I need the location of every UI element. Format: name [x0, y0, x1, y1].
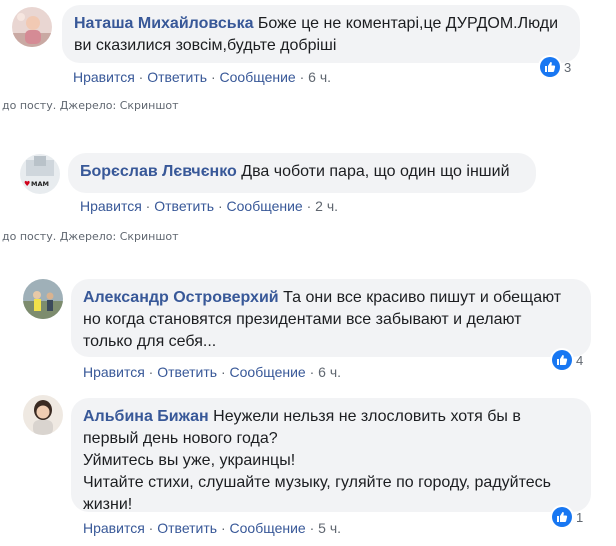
comment-time[interactable]: 6 ч.: [308, 69, 331, 85]
message-link[interactable]: Сообщение: [227, 198, 303, 214]
like-icon: [540, 57, 560, 77]
comment-bubble: Борєслав Лєвчєнко Два чоботи пара, що од…: [68, 153, 536, 193]
reply-link[interactable]: Ответить: [157, 364, 217, 380]
separator: ·: [309, 520, 319, 536]
comment-bubble: Александр Островерхий Та они все красиво…: [71, 279, 591, 357]
svg-text:♥: ♥: [24, 180, 30, 188]
source-caption: до посту. Джерело: Скриншот: [2, 99, 179, 112]
comment-time[interactable]: 6 ч.: [318, 364, 341, 380]
avatar[interactable]: [23, 395, 63, 435]
avatar[interactable]: ♥ МАМ: [20, 154, 60, 194]
reactions-summary[interactable]: 4: [552, 349, 583, 371]
message-link[interactable]: Сообщение: [230, 520, 306, 536]
reactions-summary[interactable]: 1: [552, 506, 583, 528]
separator: ·: [220, 364, 230, 380]
reply-link[interactable]: Ответить: [154, 198, 214, 214]
separator: ·: [220, 520, 230, 536]
like-link[interactable]: Нравится: [83, 364, 145, 380]
like-link[interactable]: Нравится: [80, 198, 142, 214]
message-link[interactable]: Сообщение: [220, 69, 296, 85]
comment-time[interactable]: 5 ч.: [318, 520, 341, 536]
like-link[interactable]: Нравится: [73, 69, 135, 85]
comment-author[interactable]: Борєслав Лєвчєнко: [80, 163, 237, 180]
separator: ·: [145, 198, 155, 214]
svg-text:МАМ: МАМ: [31, 180, 49, 188]
separator: ·: [306, 198, 316, 214]
like-link[interactable]: Нравится: [83, 520, 145, 536]
comment-text-line: Читайте стихи, слушайте музыку, гуляйте …: [83, 474, 551, 513]
separator: ·: [309, 364, 319, 380]
reply-link[interactable]: Ответить: [147, 69, 207, 85]
comment-actions: Нравится · Ответить · Сообщение · 2 ч.: [80, 198, 338, 214]
comment-actions: Нравится · Ответить · Сообщение · 6 ч.: [73, 69, 331, 85]
comment-time[interactable]: 2 ч.: [315, 198, 338, 214]
comment-author[interactable]: Александр Островерхий: [83, 289, 279, 306]
like-icon: [552, 350, 572, 370]
reaction-count: 1: [576, 509, 584, 525]
separator: ·: [217, 198, 227, 214]
reactions-summary[interactable]: 3: [540, 56, 571, 78]
avatar[interactable]: [23, 279, 63, 319]
comment-actions: Нравится · Ответить · Сообщение · 5 ч.: [83, 520, 341, 536]
separator: ·: [148, 520, 158, 536]
comment-author[interactable]: Наташа Михайловська: [74, 15, 253, 32]
comment-actions: Нравится · Ответить · Сообщение · 6 ч.: [83, 364, 341, 380]
comment-bubble: Альбина Бижан Неужели нельзя не злослови…: [71, 398, 591, 513]
separator: ·: [299, 69, 309, 85]
separator: ·: [138, 69, 148, 85]
avatar[interactable]: [12, 7, 52, 47]
separator: ·: [210, 69, 220, 85]
message-link[interactable]: Сообщение: [230, 364, 306, 380]
source-caption: до посту. Джерело: Скриншот: [2, 230, 179, 243]
reply-link[interactable]: Ответить: [157, 520, 217, 536]
reaction-count: 4: [576, 352, 584, 368]
like-icon: [552, 507, 572, 527]
reaction-count: 3: [564, 59, 572, 75]
comment-text-line: Уймитесь вы уже, украинцы!: [83, 452, 296, 469]
comment-bubble: Наташа Михайловська Боже це не коментарі…: [62, 5, 580, 63]
separator: ·: [148, 364, 158, 380]
comment-author[interactable]: Альбина Бижан: [83, 408, 209, 425]
comment-text: Два чоботи пара, що один що інший: [241, 163, 510, 180]
